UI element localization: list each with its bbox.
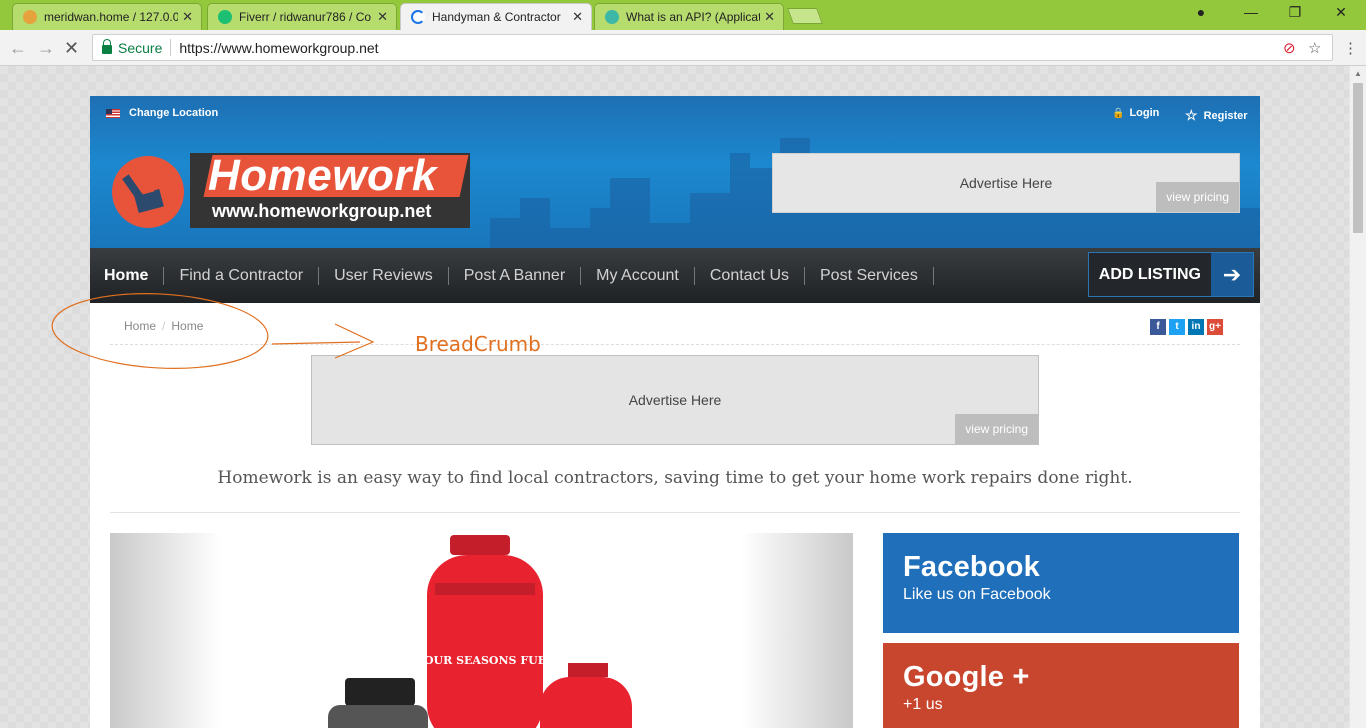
google-plus-widget[interactable]: Google + +1 us <box>883 643 1239 728</box>
browser-tab-bar: meridwan.home / 127.0.0 ✕ Fiverr / ridwa… <box>0 0 1366 30</box>
facebook-icon[interactable]: f <box>1150 319 1166 335</box>
arrow-right-icon: ➔ <box>1211 253 1253 296</box>
close-window-button[interactable]: ✕ <box>1318 4 1364 21</box>
logo-wordmark[interactable]: Homework <box>208 151 437 201</box>
fiverr-favicon-icon <box>218 10 232 24</box>
facebook-subtitle: Like us on Facebook <box>903 586 1051 603</box>
blocked-popup-icon[interactable]: ⊘ <box>1283 39 1296 57</box>
restore-button[interactable]: ❐ <box>1272 4 1318 21</box>
secure-label: Secure <box>118 39 163 56</box>
facebook-widget[interactable]: Facebook Like us on Facebook <box>883 533 1239 633</box>
phpmyadmin-favicon-icon <box>23 10 37 24</box>
star-icon: ☆ <box>1185 107 1198 123</box>
nav-find-contractor[interactable]: Find a Contractor <box>164 266 320 285</box>
nav-contact-us[interactable]: Contact Us <box>695 266 805 285</box>
cylinder-label: FOUR SEASONS FUEL <box>416 654 554 667</box>
site-tagline: Homework is an easy way to find local co… <box>217 468 1133 488</box>
ad-placeholder-text: Advertise Here <box>628 392 722 408</box>
change-location-label: Change Location <box>129 107 219 119</box>
login-link[interactable]: 🔒 Login <box>1112 107 1159 119</box>
site-favicon-icon <box>605 10 619 24</box>
logo-url: www.homeworkgroup.net <box>212 201 432 221</box>
tab-label: Handyman & Contractor <box>432 10 561 24</box>
change-location-link[interactable]: Change Location <box>106 107 218 119</box>
twitter-icon[interactable]: t <box>1169 319 1185 335</box>
browser-menu-icon[interactable]: ⋮ <box>1343 39 1358 57</box>
tab-label: What is an API? (Applicat <box>626 10 761 24</box>
nav-post-banner[interactable]: Post A Banner <box>449 266 582 285</box>
facebook-title: Facebook <box>903 551 1040 583</box>
bookmark-star-icon[interactable]: ☆ <box>1308 39 1321 57</box>
lock-icon <box>102 38 112 54</box>
logo-hammer-icon[interactable] <box>112 156 184 228</box>
nav-user-reviews[interactable]: User Reviews <box>319 266 449 285</box>
header-ad-banner[interactable]: Advertise Here view pricing <box>772 153 1240 213</box>
new-tab-button[interactable] <box>787 8 823 24</box>
browser-tab[interactable]: meridwan.home / 127.0.0 ✕ <box>12 3 202 30</box>
stop-loading-button[interactable]: ✕ <box>64 38 79 59</box>
minimize-button[interactable]: — <box>1228 4 1274 20</box>
tab-close-icon[interactable]: ✕ <box>182 9 193 25</box>
register-label: Register <box>1203 109 1248 122</box>
content-ad-banner[interactable]: Advertise Here view pricing <box>311 355 1039 445</box>
address-bar-row: ← → ✕ Secure https://www.homeworkgroup.n… <box>0 30 1366 66</box>
tab-label: meridwan.home / 127.0.0 <box>44 10 179 24</box>
view-pricing-button[interactable]: view pricing <box>1156 182 1239 212</box>
add-listing-button[interactable]: ADD LISTING ➔ <box>1087 252 1254 297</box>
main-content: Home / Home f t in g+ Advertise Here view … <box>90 303 1260 728</box>
url-omnibox[interactable]: Secure https://www.homeworkgroup.net ⊘ ☆ <box>92 34 1333 61</box>
tab-close-icon[interactable]: ✕ <box>764 9 775 25</box>
view-pricing-button[interactable]: view pricing <box>955 414 1038 444</box>
tab-close-icon[interactable]: ✕ <box>572 9 583 25</box>
nav-post-services[interactable]: Post Services <box>805 266 934 285</box>
browser-tab[interactable]: What is an API? (Applicat ✕ <box>594 3 784 30</box>
google-plus-icon[interactable]: g+ <box>1207 319 1223 335</box>
register-link[interactable]: ☆ Register <box>1185 107 1248 124</box>
annotation-label: BreadCrumb <box>415 332 541 356</box>
back-button[interactable]: ← <box>9 38 27 59</box>
page-scrollbar[interactable]: ▲ <box>1349 66 1366 728</box>
url-text[interactable]: https://www.homeworkgroup.net <box>179 40 378 56</box>
tab-close-icon[interactable]: ✕ <box>377 9 388 25</box>
linkedin-icon[interactable]: in <box>1188 319 1204 335</box>
breadcrumb: Home / Home <box>124 319 204 333</box>
scroll-up-arrow-icon[interactable]: ▲ <box>1354 69 1362 78</box>
profile-icon[interactable]: ● <box>1178 4 1224 20</box>
tab-label: Fiverr / ridwanur786 / Co <box>239 10 372 24</box>
breadcrumb-item[interactable]: Home <box>124 319 156 333</box>
google-plus-subtitle: +1 us <box>903 696 943 713</box>
add-listing-label: ADD LISTING <box>1088 253 1211 296</box>
lock-icon: 🔒 <box>1112 107 1125 119</box>
site-header: Change Location 🔒 Login ☆ Register Homew… <box>90 96 1260 248</box>
page-viewport: Change Location 🔒 Login ☆ Register Homew… <box>0 66 1349 728</box>
google-plus-title: Google + <box>903 661 1030 693</box>
loading-spinner-icon <box>411 10 425 24</box>
nav-home[interactable]: Home <box>104 266 165 285</box>
hero-image-gas-cylinders: FOUR SEASONS FUEL <box>110 533 853 728</box>
browser-tab-active[interactable]: Handyman & Contractor ✕ <box>400 3 592 30</box>
breadcrumb-current: Home <box>171 319 204 333</box>
us-flag-icon <box>106 108 120 118</box>
browser-tab[interactable]: Fiverr / ridwanur786 / Co ✕ <box>207 3 397 30</box>
forward-button[interactable]: → <box>37 38 55 59</box>
login-label: Login <box>1129 107 1160 119</box>
main-navigation: Home Find a Contractor User Reviews Post… <box>90 248 1260 303</box>
nav-my-account[interactable]: My Account <box>581 266 695 285</box>
scrollbar-thumb[interactable] <box>1353 83 1363 233</box>
